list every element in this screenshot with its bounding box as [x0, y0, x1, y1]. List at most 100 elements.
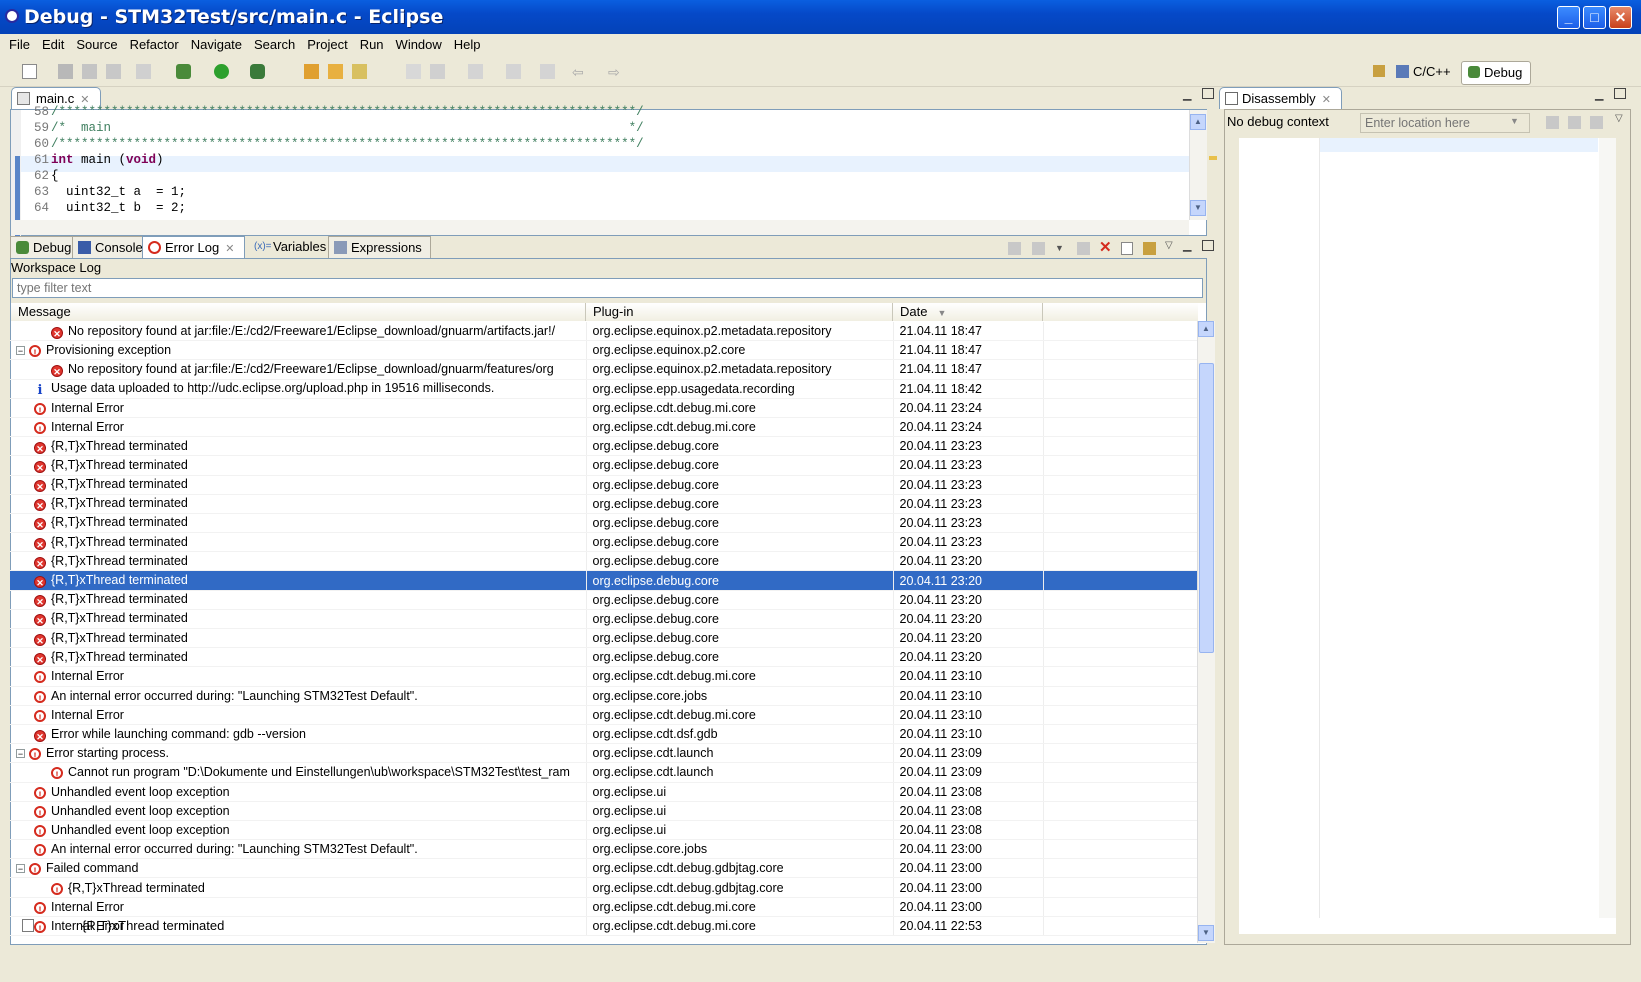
minimize-view-icon[interactable]: ▁: [1595, 88, 1603, 101]
log-row[interactable]: ✕ {R,T}xThread terminated org.eclipse.debu…: [10, 609, 1199, 630]
menu-source[interactable]: Source: [70, 34, 123, 55]
log-row[interactable]: ! Unhandled event loop exception org.eclip…: [10, 782, 1199, 802]
log-row[interactable]: ✕ {R,T}xThread terminated org.eclipse.debu…: [10, 590, 1199, 610]
log-row[interactable]: ✕ {R,T}xThread terminated org.eclipse.debu…: [10, 532, 1199, 553]
print-icon[interactable]: [106, 64, 121, 79]
log-row[interactable]: ✕ {R,T}xThread terminated org.eclipse.debu…: [10, 647, 1199, 668]
search-icon[interactable]: [352, 64, 367, 79]
close-tab-icon[interactable]: ✕: [225, 243, 234, 255]
scroll-up-icon[interactable]: ▲: [1198, 321, 1214, 337]
collapse-toggle-icon[interactable]: −: [16, 864, 25, 874]
log-row[interactable]: −! Failed command org.eclipse.cdt.debug.gd…: [10, 858, 1199, 879]
log-row[interactable]: ✕ No repository found at jar:file:/E:/cd2…: [10, 322, 1199, 342]
tab-console[interactable]: Console: [72, 236, 150, 258]
home-icon[interactable]: [1568, 116, 1581, 129]
view-menu-icon[interactable]: ▽: [1165, 240, 1173, 251]
editor-pane[interactable]: 58/*************************************…: [10, 105, 1217, 237]
menu-window[interactable]: Window: [390, 34, 448, 55]
maximize-view-icon[interactable]: [1202, 240, 1214, 251]
menu-search[interactable]: Search: [248, 34, 301, 55]
log-row[interactable]: ! {R,T}xThread terminated org.eclipse.cdt.…: [10, 877, 1199, 898]
log-row[interactable]: ! An internal error occurred during: "Lau…: [10, 686, 1199, 706]
restore-log-icon[interactable]: [1143, 242, 1156, 255]
minimize-view-icon[interactable]: ▁: [1183, 239, 1191, 252]
disassembly-content[interactable]: [1239, 138, 1616, 934]
external-tools-icon[interactable]: [250, 64, 265, 79]
menu-refactor[interactable]: Refactor: [124, 34, 185, 55]
editor-horizontal-scrollbar[interactable]: [11, 220, 1189, 235]
log-row[interactable]: ✕ {R,T}xThread terminated org.eclipse.debu…: [10, 475, 1199, 495]
log-row[interactable]: ! An internal error occurred during: "Lau…: [10, 839, 1199, 860]
log-row[interactable]: ✕ Error while launching command: gdb --ve…: [10, 724, 1199, 745]
column-header-message[interactable]: Message: [11, 303, 586, 321]
log-row[interactable]: ✕ {R,T}xThread terminated org.eclipse.debu…: [10, 455, 1199, 476]
tab-error-log[interactable]: Error Log ✕: [142, 236, 246, 258]
import-log-icon[interactable]: [1032, 242, 1045, 255]
log-row[interactable]: ✕ {R,T}xThread terminated org.eclipse.debu…: [10, 551, 1199, 572]
column-header-plugin[interactable]: Plug-in: [586, 303, 893, 321]
next-annotation-icon[interactable]: [468, 64, 483, 79]
log-row[interactable]: ! Internal Error org.eclipse.cdt.debug.mi.…: [10, 666, 1199, 687]
log-row[interactable]: ✕ {R,T}xThread terminated org.eclipse.debu…: [10, 513, 1199, 534]
minimize-view-icon[interactable]: ▁: [1183, 88, 1191, 101]
log-row[interactable]: ! Internal Error org.eclipse.cdt.debug.mi.…: [10, 417, 1199, 438]
log-row[interactable]: ! Cannot run program "D:\Dokumente und Ei…: [10, 762, 1199, 783]
new-icon[interactable]: [22, 64, 37, 79]
prev-annotation-icon[interactable]: [506, 64, 521, 79]
open-resource-icon[interactable]: [328, 64, 343, 79]
back-icon[interactable]: ⇦: [572, 64, 587, 80]
collapse-toggle-icon[interactable]: −: [16, 346, 25, 356]
log-row[interactable]: ✕ {R,T}xThread terminated org.eclipse.debu…: [10, 436, 1199, 457]
clear-log-icon[interactable]: [1077, 242, 1090, 255]
log-row[interactable]: −! Error starting process. org.eclipse.cdt…: [10, 743, 1199, 764]
save-icon[interactable]: [58, 64, 73, 79]
menu-help[interactable]: Help: [448, 34, 487, 55]
menu-project[interactable]: Project: [301, 34, 353, 55]
scroll-down-icon[interactable]: ▼: [1190, 200, 1206, 216]
location-input[interactable]: [1360, 113, 1530, 133]
maximize-view-icon[interactable]: [1202, 88, 1214, 99]
column-header-date[interactable]: Date ▼: [893, 303, 1043, 321]
open-log-icon[interactable]: [1121, 242, 1133, 255]
build-icon[interactable]: [136, 64, 151, 79]
location-dropdown-icon[interactable]: ▼: [1510, 116, 1519, 126]
perspective-cpp[interactable]: C/C++: [1396, 61, 1451, 83]
forward-icon[interactable]: ⇨: [608, 64, 623, 80]
link-icon[interactable]: [1590, 116, 1603, 129]
import-dropdown-icon[interactable]: ▼: [1055, 243, 1064, 253]
collapse-toggle-icon[interactable]: −: [16, 749, 25, 759]
disassembly-scrollbar[interactable]: [1599, 138, 1616, 918]
maximize-view-icon[interactable]: [1614, 88, 1626, 99]
perspective-debug[interactable]: Debug: [1461, 61, 1532, 85]
log-vertical-scrollbar[interactable]: ▲ ▼: [1197, 321, 1215, 943]
log-row[interactable]: ✕ No repository found at jar:file:/E:/cd2…: [10, 359, 1199, 380]
log-table[interactable]: ✕ No repository found at jar:file:/E:/cd2…: [10, 322, 1199, 937]
refresh-icon[interactable]: [1546, 116, 1559, 129]
menu-edit[interactable]: Edit: [36, 34, 70, 55]
log-row[interactable]: ! Internal Error org.eclipse.cdt.debug.mi.…: [10, 705, 1199, 725]
log-row[interactable]: ✕ {R,T}xThread terminated org.eclipse.debu…: [10, 494, 1199, 514]
close-tab-icon[interactable]: ✕: [1322, 94, 1331, 106]
annotation-icon[interactable]: [430, 64, 445, 79]
fast-view-icon[interactable]: [22, 919, 34, 932]
log-row[interactable]: ! Internal Error org.eclipse.cdt.debug.mi.…: [10, 398, 1199, 418]
tab-disassembly[interactable]: Disassembly ✕: [1219, 87, 1342, 109]
scroll-up-icon[interactable]: ▲: [1190, 114, 1206, 130]
window-titlebar[interactable]: Debug - STM32Test/src/main.c - Eclipse _…: [0, 0, 1641, 34]
log-row[interactable]: −! Provisioning exception org.eclipse.equi…: [10, 340, 1199, 361]
minimize-button[interactable]: _: [1557, 6, 1580, 29]
last-edit-icon[interactable]: [540, 64, 555, 79]
export-log-icon[interactable]: [1008, 242, 1021, 255]
editor-vertical-scrollbar[interactable]: ▲ ▼: [1189, 110, 1207, 220]
scroll-thumb[interactable]: [1199, 363, 1214, 653]
tab-variables[interactable]: (x)= Variables: [253, 236, 332, 258]
menu-navigate[interactable]: Navigate: [185, 34, 248, 55]
log-row[interactable]: ✕ {R,T}xThread terminated org.eclipse.debu…: [10, 570, 1199, 591]
log-row[interactable]: ✕ {R,T}xThread terminated org.eclipse.debu…: [10, 628, 1199, 649]
view-menu-icon[interactable]: ▽: [1615, 113, 1623, 124]
tab-debug[interactable]: Debug: [10, 236, 79, 258]
open-perspective-icon[interactable]: [1373, 65, 1385, 77]
close-button[interactable]: ✕: [1609, 6, 1632, 29]
filter-input[interactable]: [12, 278, 1203, 298]
run-icon[interactable]: [214, 64, 229, 79]
